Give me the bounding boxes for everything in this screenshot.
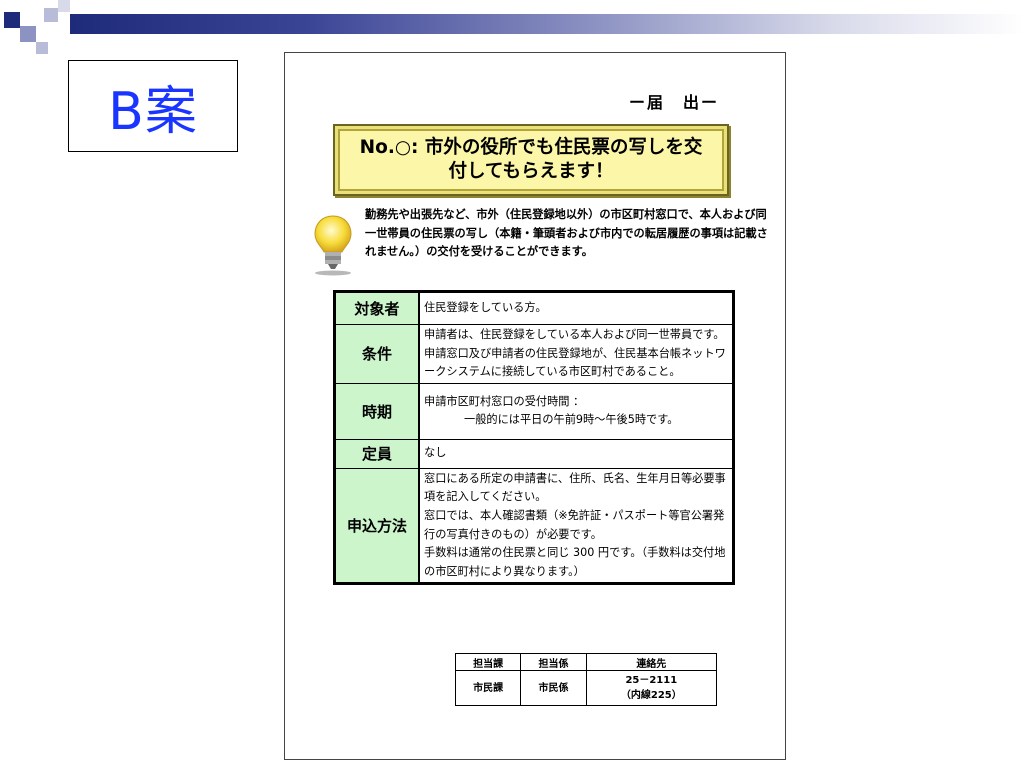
table-row: 定員 なし	[334, 438, 734, 469]
row-value: 申請者は、住民登録をしている本人および同一世帯員です。 申請窓口及び申請者の住民…	[418, 324, 734, 384]
table-row: 対象者 住民登録をしている方。	[334, 291, 734, 325]
banner-line-2: 付してもらえます！	[448, 161, 614, 182]
banner-line-1: No.○: 市外の役所でも住民票の写しを交	[359, 137, 703, 158]
decorative-square	[4, 12, 20, 28]
row-label: 申込方法	[334, 467, 420, 585]
notice-title-banner: No.○: 市外の役所でも住民票の写しを交 付してもらえます！	[333, 124, 729, 196]
contact-header: 連絡先	[585, 653, 718, 671]
title-bar-decoration	[70, 14, 1024, 34]
decorative-square	[20, 26, 36, 42]
phone-contact: 25－2111 （内線225）	[585, 670, 718, 706]
row-label: 条件	[334, 324, 420, 384]
table-row: 申込方法 窓口にある所定の申請書に、住所、氏名、生年月日等必要事項を記入してくだ…	[334, 467, 734, 585]
row-label: 定員	[334, 438, 420, 469]
decorative-square	[44, 8, 58, 22]
row-text: 住民登録をしている方。	[424, 301, 547, 315]
extension: （内線225）	[620, 690, 682, 701]
intro-text: 勤務先や出張先など、市外（住民登録地以外）の市区町村窓口で、本人および同一世帯員…	[365, 208, 768, 258]
table-row: 条件 申請者は、住民登録をしている本人および同一世帯員です。 申請窓口及び申請者…	[334, 324, 734, 384]
row-label: 時期	[334, 382, 420, 440]
contact-table: 担当課 担当係 連絡先 市民課 市民係 25－2111 （内線225）	[454, 653, 718, 706]
document-type-label: ー届 出ー	[628, 93, 719, 112]
row-text: 窓口では、本人確認書類（※免許証・パスポート等官公署発行の写真付きのもの）が必要…	[424, 508, 725, 541]
row-text: 窓口にある所定の申請書に、住所、氏名、生年月日等必要事項を記入してください。	[424, 471, 726, 504]
row-text: 申請市区町村窓口の受付時間 ：	[424, 394, 585, 408]
contact-header-row: 担当課 担当係 連絡先	[454, 653, 718, 671]
row-value: 申請市区町村窓口の受付時間 ： 一般的には平日の午前9時～午後5時です。	[418, 382, 734, 440]
row-text: 手数料は通常の住民票と同じ 300 円です。（手数料は交付地の市区町村により異な…	[424, 546, 726, 578]
details-table: 対象者 住民登録をしている方。 条件 申請者は、住民登録をしている本人および同一…	[333, 290, 735, 586]
table-row: 時期 申請市区町村窓口の受付時間 ： 一般的には平日の午前9時～午後5時です。	[334, 382, 734, 440]
row-text: 一般的には平日の午前9時～午後5時です。	[464, 413, 679, 427]
lightbulb-icon	[314, 215, 352, 276]
plan-label: B案	[68, 60, 238, 152]
row-value: 窓口にある所定の申請書に、住所、氏名、生年月日等必要事項を記入してください。 窓…	[418, 467, 734, 585]
row-text: 申請者は、住民登録をしている本人および同一世帯員です。	[424, 328, 725, 341]
row-value: 住民登録をしている方。	[418, 291, 734, 325]
section: 市民係	[520, 670, 587, 706]
decorative-square	[36, 42, 48, 54]
notice-document: ー届 出ー No.○: 市外の役所でも住民票の写しを交 付してもらえます！ 勤務…	[284, 52, 786, 760]
row-text: 申請窓口及び申請者の住民登録地が、住民基本台帳ネットワークシステムに接続している…	[424, 346, 726, 379]
department: 市民課	[454, 670, 522, 706]
phone-number: 25－2111	[625, 675, 678, 686]
contact-header: 担当係	[520, 653, 587, 671]
row-label: 対象者	[334, 291, 420, 325]
contact-header: 担当課	[454, 653, 522, 671]
row-text: なし	[424, 446, 447, 460]
decorative-square	[58, 0, 70, 12]
contact-row: 市民課 市民係 25－2111 （内線225）	[454, 670, 718, 706]
row-value: なし	[418, 438, 734, 469]
